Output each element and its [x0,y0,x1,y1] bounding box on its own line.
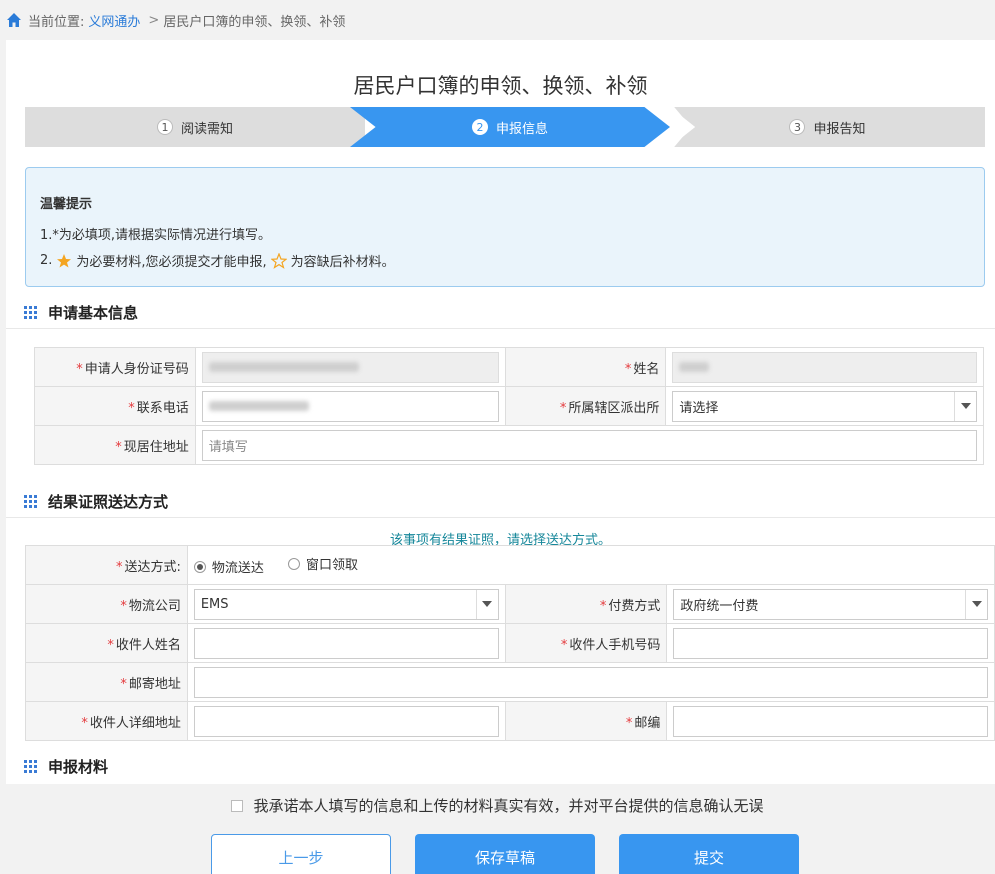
tips-line-2-suffix: 为容缺后补材料。 [290,255,395,270]
postcode-input[interactable] [673,705,988,737]
step-number: 3 [789,119,806,135]
basic-info-table: * 申请人身份证号码 * 姓名 * 联系电话 * 所属辖区派出所 请选择 * 现… [34,347,985,465]
home-icon[interactable] [6,12,22,28]
step-number: 1 [156,119,173,135]
payment-method-select[interactable]: 政府统一付费 [673,588,988,620]
delivery-method-label: * 送达方式: [25,545,188,585]
radio-window-pickup[interactable]: 窗口领取 [287,554,358,573]
police-station-label: * 所属辖区派出所 [504,386,667,426]
breadcrumb-current: 居民户口簿的申领、换领、补领 [163,14,346,30]
filled-star-icon [57,253,72,267]
section-delivery: 结果证照送达方式 [24,491,168,512]
payment-method-label: * 付费方式 [504,584,668,624]
step-read-notice: 1 阅读需知 [25,107,365,147]
radio-icon[interactable] [287,557,300,570]
id-number-label: * 申请人身份证号码 [34,347,196,387]
commitment-checkbox[interactable] [231,799,244,812]
section-title: 申报材料 [48,758,109,776]
delivery-table: * 送达方式: 物流送达 窗口领取 * 物流公司 EMS * 付费方式 政府统一… [25,545,995,741]
dropdown-arrow-icon[interactable] [954,391,976,421]
commitment-text: 我承诺本人填写的信息和上传的材料真实有效，并对平台提供的信息确认无误 [253,797,764,815]
page-title: 居民户口簿的申领、换领、补领 [353,74,648,98]
step-declare-notice: 3 申报告知 [670,107,985,147]
submit-button[interactable]: 提交 [619,834,799,874]
step-number: 2 [471,119,488,135]
recipient-phone-label: * 收件人手机号码 [504,623,668,663]
save-draft-button[interactable]: 保存草稿 [415,834,595,874]
step-label: 阅读需知 [180,121,233,137]
section-title: 结果证照送达方式 [48,493,169,511]
step-label: 申报信息 [495,121,548,137]
step-declare-info: 2 申报信息 [350,107,670,147]
recipient-name-label: * 收件人姓名 [25,623,188,663]
main-panel: 居民户口簿的申领、换领、补领 1 阅读需知 3 申报告知 2 申报信息 温馨提示… [6,40,995,784]
dropdown-arrow-icon[interactable] [965,589,987,619]
tips-line-2-prefix: 2. [40,253,53,268]
step-label: 申报告知 [813,121,866,137]
recipient-address-input[interactable] [193,705,499,737]
previous-step-button[interactable]: 上一步 [211,834,391,874]
postcode-label: * 邮编 [504,701,668,741]
name-field [672,351,977,383]
name-label: * 姓名 [504,347,667,387]
tips-line-2: 2. 为必要材料,您必须提交才能申报, 为容缺后补材料。 [40,251,970,270]
tips-line-2-mid: 为必要材料,您必须提交才能申报, [76,255,267,270]
recipient-name-input[interactable] [193,627,499,659]
breadcrumb-link[interactable]: 义网通办 [88,11,140,30]
section-title: 申请基本信息 [48,304,139,322]
phone-field[interactable] [201,390,499,422]
breadcrumb-separator: > [148,12,160,28]
breadcrumb: 当前位置: 义网通办 > 居民户口簿的申领、换领、补领 [0,0,995,40]
grid-icon [24,305,38,320]
logistics-company-select[interactable]: EMS [193,588,499,620]
grid-icon [24,494,38,509]
id-number-field [201,351,499,383]
outline-star-icon [270,252,287,269]
radio-logistics[interactable]: 物流送达 [193,557,264,576]
breadcrumb-prefix: 当前位置: [28,14,85,30]
divider [6,517,995,518]
recipient-phone-input[interactable] [673,627,988,659]
address-input[interactable]: 请填写 [201,429,977,461]
tips-box: 温馨提示 1.*为必填项,请根据实际情况进行填写。 2. 为必要材料,您必须提交… [25,167,985,287]
tips-line-1: 1.*为必填项,请根据实际情况进行填写。 [40,228,272,243]
mail-address-input[interactable] [193,666,988,698]
section-materials: 申报材料 [24,756,108,777]
section-basic-info: 申请基本信息 [24,302,138,323]
step-progress: 1 阅读需知 3 申报告知 2 申报信息 [25,107,985,147]
address-label: * 现居住地址 [34,425,196,465]
mail-address-label: * 邮寄地址 [25,662,188,702]
grid-icon [24,759,38,774]
divider [6,328,995,329]
commitment-row: 我承诺本人填写的信息和上传的材料真实有效，并对平台提供的信息确认无误 [0,795,995,816]
recipient-address-label: * 收件人详细地址 [25,701,188,741]
radio-icon[interactable] [193,560,206,573]
tips-title: 温馨提示 [40,197,93,212]
police-station-select[interactable]: 请选择 [672,390,977,422]
phone-label: * 联系电话 [34,386,196,426]
dropdown-arrow-icon[interactable] [475,589,498,619]
logistics-company-label: * 物流公司 [25,584,188,624]
